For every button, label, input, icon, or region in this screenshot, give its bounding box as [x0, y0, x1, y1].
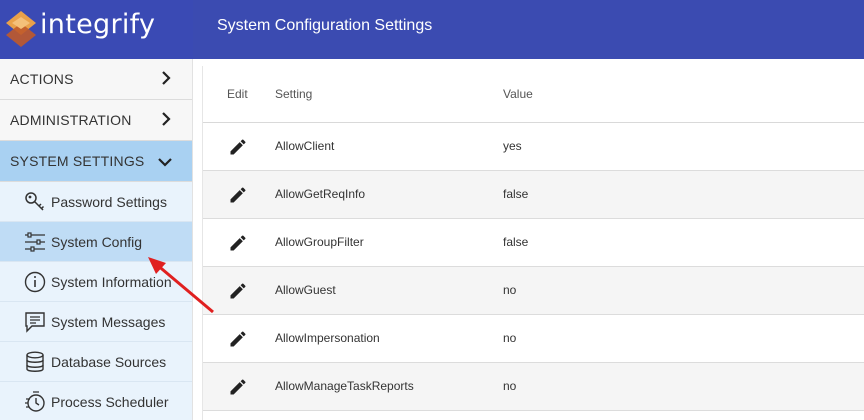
edit-pencil-icon[interactable]	[228, 329, 248, 349]
setting-value: false	[503, 235, 529, 249]
database-icon	[26, 351, 44, 372]
sidebar: ACTIONS ADMINISTRATION SYSTEM SETTINGS P…	[0, 59, 193, 420]
sidebar-section-actions[interactable]: ACTIONS	[0, 59, 192, 100]
sidebar-item-label: Database Sources	[51, 354, 167, 370]
sidebar-item-process-scheduler[interactable]: Process Scheduler	[0, 382, 192, 420]
table-row: AllowGuest no	[203, 267, 864, 315]
sidebar-section-administration[interactable]: ADMINISTRATION	[0, 100, 192, 141]
table-row: AllowGetReqInfo false	[203, 171, 864, 219]
setting-name: AllowClient	[275, 139, 335, 153]
setting-value: no	[503, 283, 517, 297]
setting-value: no	[503, 379, 517, 393]
table-header: Edit Setting Value	[203, 66, 864, 123]
setting-value: no	[503, 331, 517, 345]
chevron-right-icon	[162, 71, 171, 85]
edit-pencil-icon[interactable]	[228, 233, 248, 253]
annotation-arrow	[148, 257, 214, 314]
settings-table: Edit Setting Value AllowClient yes Allow…	[202, 66, 864, 420]
setting-name: AllowGuest	[275, 283, 336, 297]
sidebar-section-label: ACTIONS	[10, 71, 74, 87]
setting-value: yes	[503, 139, 522, 153]
top-bar: integrify System Configuration Settings	[0, 0, 864, 59]
sidebar-section-label: ADMINISTRATION	[10, 112, 132, 128]
setting-name: AllowManageTaskReports	[275, 379, 414, 393]
column-header-edit: Edit	[227, 87, 248, 101]
table-row: AllowImpersonation no	[203, 315, 864, 363]
sidebar-item-label: Process Scheduler	[51, 394, 169, 410]
table-row: AllowManageTaskReports no	[203, 363, 864, 411]
table-row: AllowClient yes	[203, 123, 864, 171]
setting-value: false	[503, 187, 529, 201]
scheduler-icon	[25, 391, 45, 412]
sidebar-section-label: SYSTEM SETTINGS	[10, 153, 145, 169]
sidebar-item-label: System Config	[51, 234, 143, 250]
sidebar-item-database-sources[interactable]: Database Sources	[0, 342, 192, 382]
sidebar-item-label: Password Settings	[51, 194, 167, 210]
page-title: System Configuration Settings	[217, 17, 433, 34]
edit-pencil-icon[interactable]	[228, 281, 248, 301]
chevron-right-icon	[162, 112, 171, 126]
sliders-icon	[25, 232, 45, 252]
edit-pencil-icon[interactable]	[228, 377, 248, 397]
sidebar-section-system-settings[interactable]: SYSTEM SETTINGS	[0, 141, 192, 182]
info-icon	[24, 271, 46, 293]
chevron-down-icon	[158, 158, 172, 167]
setting-name: AllowGroupFilter	[275, 235, 364, 249]
logo-icon	[6, 11, 36, 47]
message-icon	[25, 312, 45, 333]
setting-name: AllowGetReqInfo	[275, 187, 366, 201]
key-icon	[25, 192, 45, 211]
logo[interactable]: integrify	[0, 0, 193, 59]
logo-text: integrify	[40, 9, 156, 40]
column-header-value[interactable]: Value	[503, 87, 533, 101]
table-row: AllowGroupFilter false	[203, 219, 864, 267]
setting-name: AllowImpersonation	[275, 331, 380, 345]
column-header-setting[interactable]: Setting	[275, 87, 312, 101]
edit-pencil-icon[interactable]	[228, 185, 248, 205]
edit-pencil-icon[interactable]	[228, 137, 248, 157]
sidebar-item-password-settings[interactable]: Password Settings	[0, 182, 192, 222]
